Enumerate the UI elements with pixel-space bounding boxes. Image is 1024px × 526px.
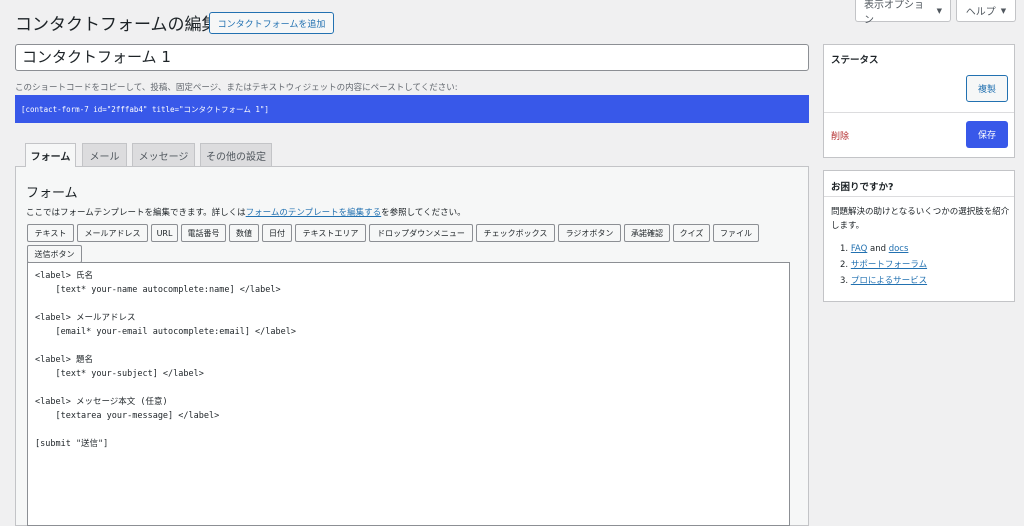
help-tab-label: ヘルプ: [965, 7, 996, 18]
code-line: [submit "送信"]: [35, 439, 109, 449]
help-box-title: お困りですか?: [831, 182, 894, 193]
code-line: [text* your-subject] </label>: [35, 369, 204, 379]
tag-button-textarea[interactable]: テキストエリア: [295, 224, 366, 242]
help-list: 1. FAQ and docs 2. サポートフォーラム 3. プロによるサービ…: [840, 241, 927, 289]
tag-button-email[interactable]: メールアドレス: [77, 224, 148, 242]
code-line: <label> メールアドレス: [35, 313, 136, 323]
tag-button-number[interactable]: 数値: [229, 224, 259, 242]
tag-button-text[interactable]: テキスト: [27, 224, 74, 242]
support-forum-link[interactable]: サポートフォーラム: [851, 260, 927, 270]
tag-button-acceptance[interactable]: 承諾確認: [624, 224, 670, 242]
list-item: 3. プロによるサービス: [840, 273, 927, 289]
code-line: <label> メッセージ本文 (任意): [35, 397, 168, 407]
add-new-form-button[interactable]: コンタクトフォームを追加: [209, 12, 334, 34]
tab-messages[interactable]: メッセージ: [132, 143, 195, 166]
tab-form[interactable]: フォーム: [25, 143, 76, 167]
help-box-text: 問題解決の助けとなるいくつかの選択肢を紹介します。: [831, 207, 1010, 231]
caret-down-icon: ▼: [936, 6, 942, 15]
duplicate-button[interactable]: 複製: [966, 75, 1008, 102]
code-line: <label> 氏名: [35, 271, 93, 281]
help-tab-button[interactable]: ヘルプ ▼: [956, 0, 1016, 22]
tag-button-radio[interactable]: ラジオボタン: [558, 224, 621, 242]
shortcode-field[interactable]: [contact-form-7 id="2fffab4" title="コンタク…: [15, 95, 809, 123]
status-box-title: ステータス: [831, 55, 879, 66]
tag-button-checkbox[interactable]: チェックボックス: [476, 224, 555, 242]
list-number: 2.: [840, 260, 849, 270]
tag-button-file[interactable]: ファイル: [713, 224, 759, 242]
code-line: [text* your-name autocomplete:name] </la…: [35, 285, 281, 295]
tab-additional-settings[interactable]: その他の設定: [200, 143, 272, 166]
save-button[interactable]: 保存: [966, 121, 1008, 148]
form-panel-description: ここではフォームテンプレートを編集できます。詳しくはフォームのテンプレートを編集…: [26, 206, 466, 218]
delete-link[interactable]: 削除: [831, 129, 849, 142]
form-panel-title: フォーム: [26, 186, 78, 201]
tag-button-select[interactable]: ドロップダウンメニュー: [369, 224, 473, 242]
tab-mail[interactable]: メール: [82, 143, 127, 166]
desc-after: を参照してください。: [381, 208, 466, 218]
screen-options-label: 表示オプション: [864, 0, 924, 26]
status-divider: [824, 112, 1014, 113]
screen-options-button[interactable]: 表示オプション ▼: [855, 0, 951, 26]
code-line: [email* your-email autocomplete:email] <…: [35, 327, 296, 337]
shortcode-help-text: このショートコードをコピーして、投稿、固定ページ、またはテキストウィジェットの内…: [15, 83, 458, 93]
and-text: and: [867, 244, 889, 254]
list-number: 3.: [840, 276, 849, 286]
tag-button-submit[interactable]: 送信ボタン: [27, 245, 82, 263]
page-title: コンタクトフォームの編集: [15, 15, 219, 35]
caret-down-icon: ▼: [1000, 6, 1007, 15]
template-docs-link[interactable]: フォームのテンプレートを編集する: [246, 208, 382, 218]
list-number: 1.: [840, 244, 849, 254]
tag-button-date[interactable]: 日付: [262, 224, 292, 242]
professional-services-link[interactable]: プロによるサービス: [851, 276, 927, 286]
list-item: 2. サポートフォーラム: [840, 257, 927, 273]
code-line: <label> 題名: [35, 355, 93, 365]
form-title-input[interactable]: コンタクトフォーム 1: [15, 44, 809, 71]
form-template-editor[interactable]: <label> 氏名 [text* your-name autocomplete…: [27, 262, 790, 526]
help-divider: [824, 196, 1014, 197]
faq-link[interactable]: FAQ: [851, 244, 867, 254]
tag-button-url[interactable]: URL: [151, 224, 178, 242]
code-line: [textarea your-message] </label>: [35, 411, 220, 421]
list-item: 1. FAQ and docs: [840, 241, 927, 257]
desc-before: ここではフォームテンプレートを編集できます。詳しくは: [26, 208, 246, 218]
tag-button-quiz[interactable]: クイズ: [673, 224, 710, 242]
docs-link[interactable]: docs: [889, 244, 909, 254]
tag-button-tel[interactable]: 電話番号: [181, 224, 226, 242]
